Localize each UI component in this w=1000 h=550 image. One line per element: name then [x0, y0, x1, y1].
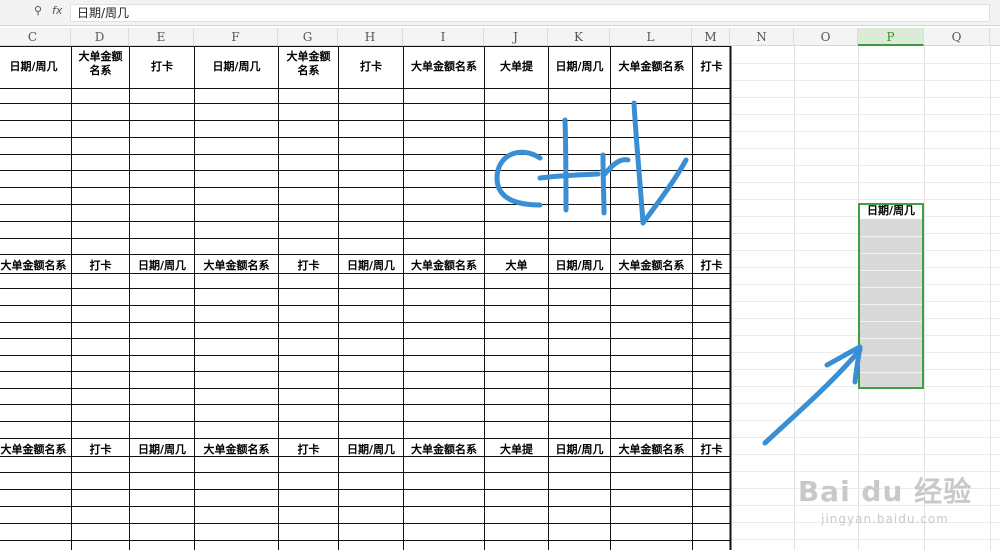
table-header-cell[interactable]: 大单提 — [485, 47, 548, 88]
table-header-cell[interactable]: 大单金额名系 — [72, 47, 129, 88]
table-header-cell[interactable]: 大单金额名系 — [611, 255, 692, 273]
watermark-url: jingyan.baidu.com — [821, 512, 949, 526]
watermark: Bai du 经验 jingyan.baidu.com — [775, 470, 995, 540]
table-header-cell[interactable]: 大单 — [485, 255, 548, 273]
table-header-cell[interactable]: 大单金额名系 — [0, 439, 71, 456]
table-header-cell[interactable]: 打卡 — [339, 47, 403, 88]
table-header-cell[interactable]: 日期/周几 — [339, 255, 403, 273]
table-header-cell[interactable]: 大单金额名系 — [404, 255, 484, 273]
table-header-cell[interactable]: 日期/周几 — [130, 439, 194, 456]
table-header-cell[interactable]: 打卡 — [279, 439, 338, 456]
table-header-cell[interactable]: 大单金额名系 — [195, 255, 278, 273]
table-header-cell[interactable]: 打卡 — [693, 47, 730, 88]
table-header-cell[interactable]: 大单金额名系 — [404, 439, 484, 456]
table-header-cell[interactable]: 打卡 — [693, 255, 730, 273]
table-header-cell[interactable]: 日期/周几 — [549, 439, 610, 456]
table-header-cell[interactable]: 日期/周几 — [339, 439, 403, 456]
table-header-cell[interactable]: 日期/周几 — [549, 255, 610, 273]
table-header-cell[interactable]: 大单金额名系 — [279, 47, 338, 88]
selected-range[interactable] — [858, 203, 924, 389]
table-header-cell[interactable]: 大单提 — [485, 439, 548, 456]
table-header-cell[interactable]: 日期/周几 — [195, 47, 278, 88]
table-header-cell[interactable]: 打卡 — [693, 439, 730, 456]
table-header-cell[interactable]: 大单金额名系 — [0, 255, 71, 273]
table-header-cell[interactable]: 日期/周几 — [549, 47, 610, 88]
watermark-logo: Bai du 经验 — [797, 475, 973, 508]
table-header-cell[interactable]: 大单金额名系 — [404, 47, 484, 88]
table-header-cell[interactable]: 大单金额名系 — [611, 439, 692, 456]
table-header-cell[interactable]: 打卡 — [130, 47, 194, 88]
table-header-cell[interactable]: 日期/周几 — [0, 47, 71, 88]
table-header-cell[interactable]: 大单金额名系 — [195, 439, 278, 456]
table-header-cell[interactable]: 日期/周几 — [130, 255, 194, 273]
table-header-cell[interactable]: 大单金额名系 — [611, 47, 692, 88]
table-header-cell[interactable]: 打卡 — [279, 255, 338, 273]
table-header-cell[interactable]: 打卡 — [72, 255, 129, 273]
table-header-cell[interactable]: 打卡 — [72, 439, 129, 456]
